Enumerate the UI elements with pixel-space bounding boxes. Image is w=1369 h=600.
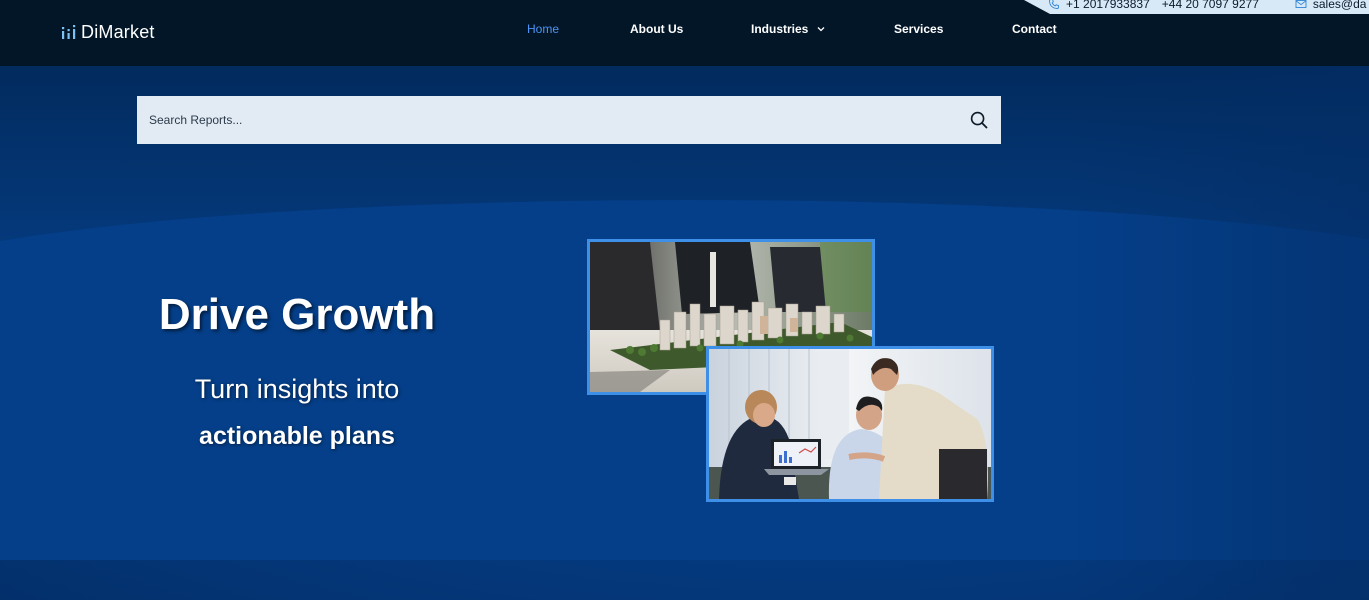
- search-bar: [137, 96, 1001, 144]
- nav-about-us-label: About Us: [630, 22, 684, 36]
- hero-right-shade: [1069, 66, 1369, 600]
- nav-contact-label: Contact: [1012, 22, 1057, 36]
- nav-about-us[interactable]: About Us: [630, 22, 683, 36]
- phone-uk-text: +44 20 7097 9277: [1161, 0, 1259, 11]
- nav-home-label: Home: [527, 22, 560, 36]
- mail-icon: [1295, 0, 1307, 8]
- nav-contact[interactable]: Contact: [1012, 22, 1057, 36]
- nav-industries-label: Industries: [751, 22, 809, 36]
- chevron-down-icon: [817, 27, 825, 32]
- search-icon: [970, 111, 988, 129]
- email-text: sales@da: [1312, 0, 1367, 11]
- phone-us-text: +1 2017933837: [1066, 0, 1150, 11]
- hero-section: Drive Growth Turn insights into actionab…: [0, 66, 1369, 600]
- nav-services[interactable]: Services: [894, 22, 943, 36]
- nav-home[interactable]: Home: [527, 22, 559, 36]
- phone-uk-link[interactable]: +44 20 7097 9277: [1162, 0, 1259, 11]
- nav-industries[interactable]: Industries: [751, 22, 826, 36]
- contact-strip: +1 2017933837 +44 20 7097 9277 sales@da: [1024, 0, 1369, 14]
- phone-icon: [1049, 0, 1059, 9]
- hero-subline-2: actionable plans: [199, 422, 395, 450]
- hero-headline: Drive Growth: [158, 290, 436, 339]
- team-laptop-analytics-photo: [706, 346, 994, 502]
- main-nav: Home About Us Industries Services Contac…: [0, 22, 1369, 40]
- email-link[interactable]: sales@da: [1295, 0, 1367, 11]
- search-button[interactable]: [957, 96, 1001, 144]
- phone-us-link[interactable]: +1 2017933837: [1048, 0, 1150, 11]
- nav-services-label: Services: [894, 22, 944, 36]
- search-input[interactable]: [137, 96, 957, 144]
- hero-subline-1: Turn insights into: [194, 374, 400, 404]
